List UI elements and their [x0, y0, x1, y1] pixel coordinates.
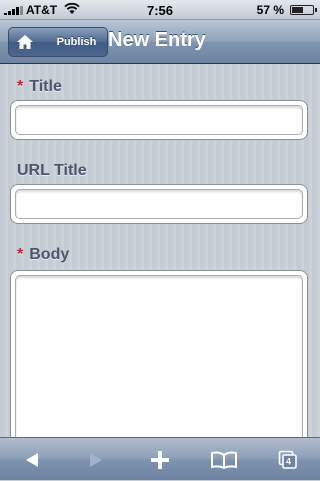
back-button[interactable]: [0, 438, 64, 481]
tabs-count: 4: [285, 456, 292, 466]
title-label-text: Title: [29, 78, 62, 95]
add-button[interactable]: [128, 438, 192, 481]
entry-form: * Title URL Title * Body: [0, 64, 320, 450]
url-title-label: URL Title: [17, 162, 87, 180]
url-title-label-text: URL Title: [17, 162, 87, 179]
page-title: New Entry: [108, 29, 206, 51]
home-icon: [17, 35, 33, 49]
title-label: * Title: [17, 78, 62, 96]
forward-button[interactable]: [64, 438, 128, 481]
required-marker: *: [17, 78, 24, 95]
browser-toolbar: 4: [0, 437, 320, 480]
home-button[interactable]: [8, 27, 42, 57]
url-title-input[interactable]: [10, 184, 308, 224]
body-textarea[interactable]: [10, 270, 308, 450]
required-marker: *: [17, 246, 24, 263]
navigation-bar: Publish New Entry: [0, 20, 320, 64]
forward-icon: [90, 452, 102, 467]
publish-back-button[interactable]: Publish: [40, 27, 108, 57]
battery-icon: [290, 5, 317, 15]
body-label-text: Body: [29, 246, 70, 263]
status-bar: AT&T 7:56 57 %: [0, 0, 320, 20]
body-label: * Body: [17, 246, 69, 264]
bookmarks-icon: [211, 450, 237, 469]
battery-percent: 57 %: [256, 3, 284, 17]
title-input[interactable]: [10, 100, 308, 140]
back-icon: [26, 452, 38, 467]
add-icon: [151, 450, 169, 469]
battery-fill: [292, 7, 303, 13]
bookmarks-button[interactable]: [192, 438, 256, 481]
tabs-button[interactable]: 4: [256, 438, 320, 481]
